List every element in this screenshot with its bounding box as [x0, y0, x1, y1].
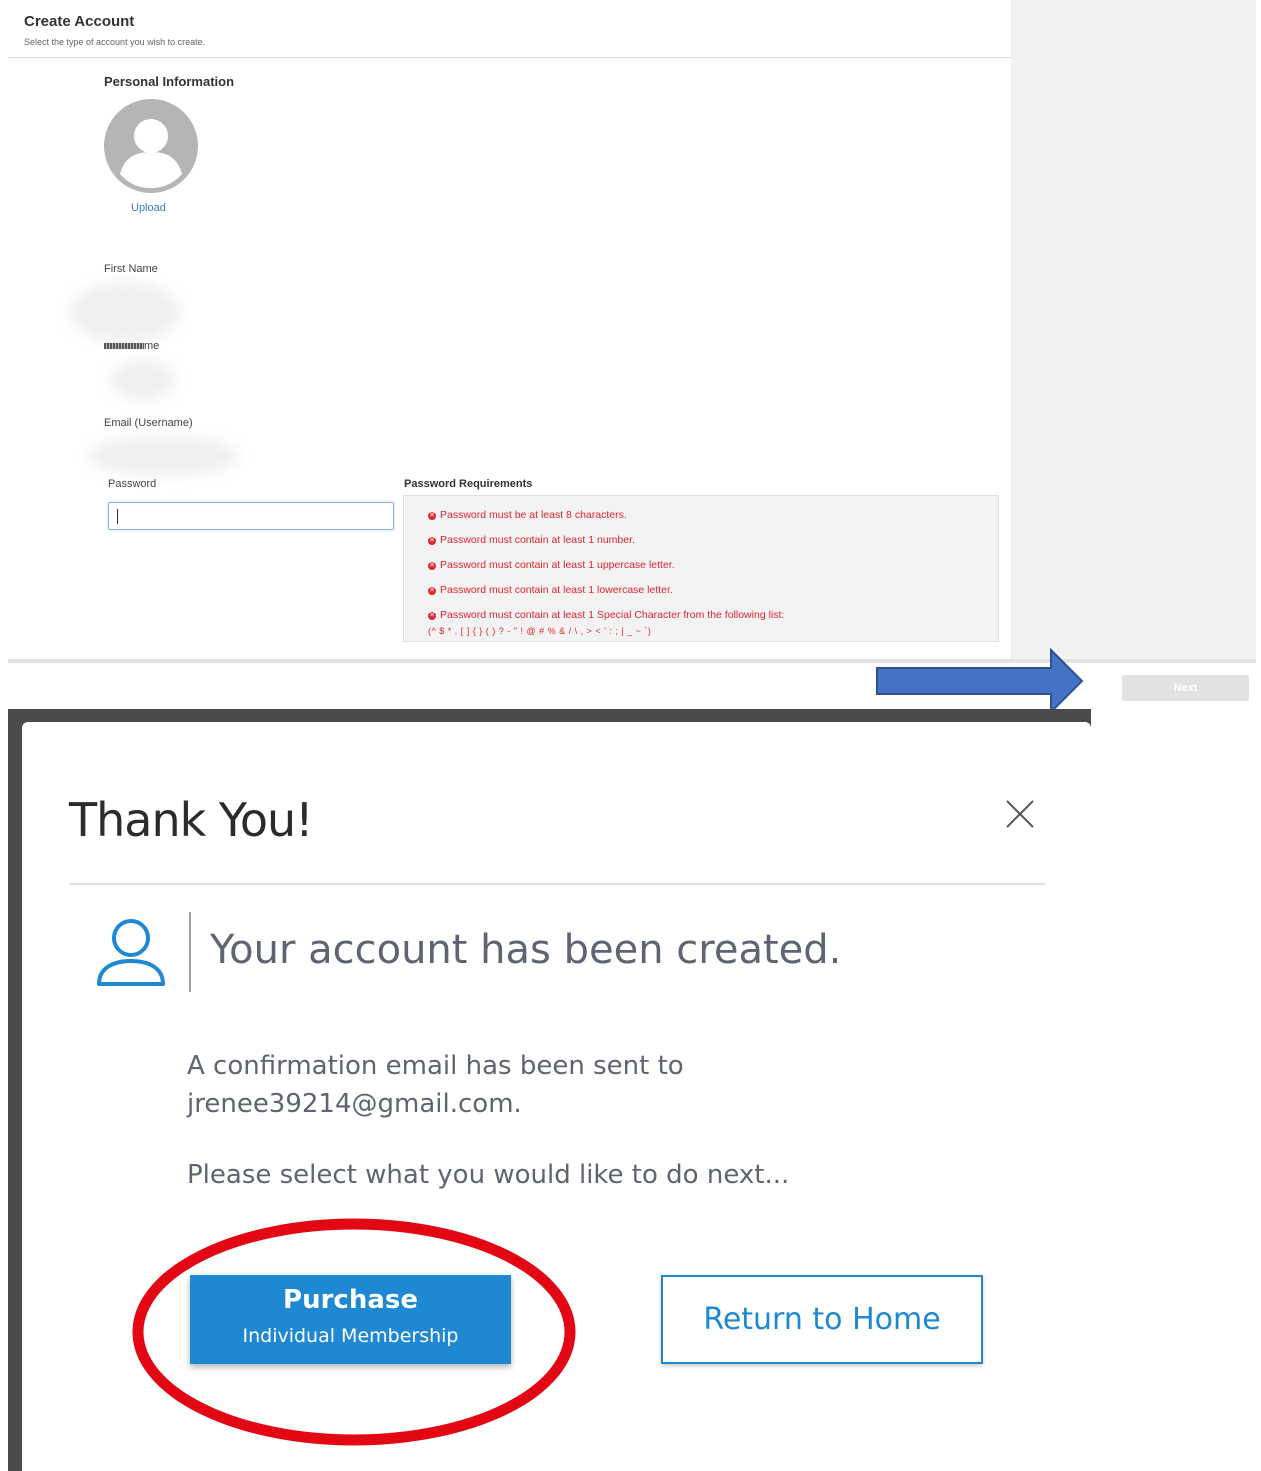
- right-side-panel: [1011, 0, 1256, 660]
- first-name-label: First Name: [104, 263, 158, 275]
- blurred-redaction: [70, 282, 180, 342]
- blurred-redaction: [110, 360, 175, 400]
- annotation-arrow-icon: [876, 648, 1084, 714]
- requirement-item: ✕ Password must contain at least 1 Specia…: [428, 609, 784, 621]
- text-cursor: [117, 509, 118, 524]
- error-x-icon: ✕: [428, 612, 436, 620]
- avatar-placeholder-icon: [104, 99, 198, 193]
- close-icon[interactable]: [1004, 798, 1036, 830]
- special-characters-list: (^ $ * . [ ] { } ( ) ? - " ! @ # % & / \…: [428, 626, 652, 636]
- next-step-prompt: Please select what you would like to do …: [187, 1160, 790, 1190]
- upload-link[interactable]: Upload: [131, 202, 166, 214]
- page-subtitle: Select the type of account you wish to c…: [24, 37, 206, 47]
- error-x-icon: ✕: [428, 512, 436, 520]
- annotation-circle-icon: [132, 1218, 576, 1446]
- requirement-item: ✕ Password must contain at least 1 upperc…: [428, 559, 675, 571]
- modal-divider: [69, 883, 1045, 885]
- personal-info-heading: Personal Information: [104, 74, 235, 89]
- last-name-label-text: me: [144, 340, 160, 352]
- success-message: Your account has been created.: [210, 927, 842, 973]
- requirement-text: Password must contain at least 1 lowerca…: [440, 584, 673, 596]
- return-home-button[interactable]: Return to Home: [661, 1275, 983, 1364]
- requirement-text: Password must contain at least 1 number.: [440, 534, 635, 546]
- requirement-item: ✕ Password must contain at least 1 number…: [428, 534, 635, 546]
- requirement-text: Password must contain at least 1 Special…: [440, 609, 785, 621]
- confirmation-message: A confirmation email has been sent to jr…: [187, 1047, 887, 1123]
- user-outline-icon: [97, 919, 165, 986]
- blurred-redaction: [88, 436, 238, 476]
- modal-title: Thank You!: [69, 793, 314, 847]
- password-input[interactable]: [108, 502, 394, 530]
- icon-divider: [189, 912, 191, 992]
- confirmation-email: jrenee39214@gmail.com.: [187, 1089, 522, 1119]
- requirement-text: Password must be at least 8 characters.: [440, 509, 627, 521]
- last-name-label: me: [104, 340, 159, 352]
- requirement-item: ✕ Password must be at least 8 characters.: [428, 509, 627, 521]
- error-x-icon: ✕: [428, 562, 436, 570]
- requirement-text: Password must contain at least 1 upperca…: [440, 559, 675, 571]
- error-x-icon: ✕: [428, 537, 436, 545]
- password-requirements-heading: Password Requirements: [404, 478, 533, 490]
- email-label: Email (Username): [104, 417, 193, 429]
- redacted-text: [104, 343, 144, 350]
- confirmation-line: A confirmation email has been sent to: [187, 1051, 684, 1081]
- page-title: Create Account: [24, 13, 135, 30]
- header-divider: [8, 57, 1011, 58]
- next-button[interactable]: Next: [1122, 675, 1249, 701]
- error-x-icon: ✕: [428, 587, 436, 595]
- requirement-item: ✕ Password must contain at least 1 lowerc…: [428, 584, 673, 596]
- password-label: Password: [108, 478, 157, 490]
